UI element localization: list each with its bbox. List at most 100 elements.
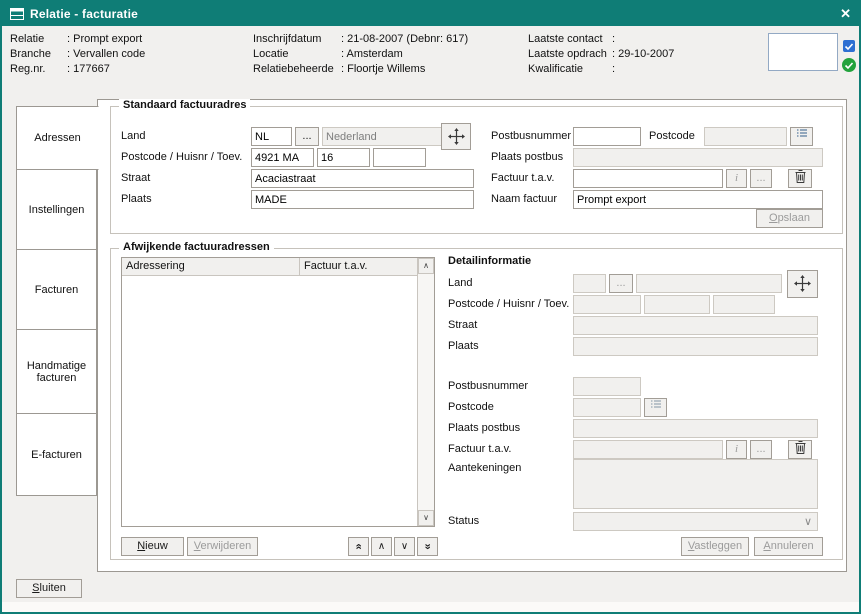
column-header-adressering[interactable]: Adressering <box>122 258 300 275</box>
tab-adressen[interactable]: Adressen <box>16 106 99 170</box>
naam-factuur-label: Naam factuur <box>491 193 557 205</box>
chevron-down-icon: ∨ <box>804 515 812 528</box>
delete-tav-button[interactable] <box>788 169 812 188</box>
list-icon <box>650 399 662 409</box>
header-label: Laatste opdrach <box>528 47 612 62</box>
move-bottom-button[interactable]: » <box>417 537 438 556</box>
tab-label: Adressen <box>34 132 80 144</box>
factuur-tav-label: Factuur t.a.v. <box>491 172 554 184</box>
address-list-body[interactable] <box>122 276 417 526</box>
move-up-button[interactable]: ∧ <box>371 537 392 556</box>
header-col-relatie: Relatie : Prompt export Branche : Verval… <box>10 32 145 77</box>
detail-land-label: Land <box>448 277 472 289</box>
table-scrollbar[interactable]: ∧ ∨ <box>417 258 434 526</box>
tab-label: E-facturen <box>31 449 82 461</box>
detail-delete-tav-button[interactable] <box>788 440 812 459</box>
detail-status-label: Status <box>448 515 479 527</box>
tab-instellingen[interactable]: Instellingen <box>16 169 97 250</box>
detail-postbusnummer-label: Postbusnummer <box>448 380 528 392</box>
address-list-main: Adressering Factuur t.a.v. <box>122 258 417 526</box>
pan-button[interactable] <box>441 123 471 150</box>
list-icon <box>796 128 808 138</box>
detail-plaats-field <box>573 337 818 356</box>
tab-label: Instellingen <box>29 204 85 216</box>
header-col-inschrijf: Inschrijfdatum : 21-08-2007 (Debnr: 617)… <box>253 32 468 77</box>
detailinformatie-title: Detailinformatie <box>448 255 531 267</box>
detail-plaats-label: Plaats <box>448 340 479 352</box>
double-chevron-down-icon: » <box>419 543 436 549</box>
detail-land-name-field <box>636 274 782 293</box>
detail-toevoeging-field <box>713 295 775 314</box>
header-value: : Amsterdam <box>341 47 403 62</box>
scroll-down-button[interactable]: ∨ <box>418 510 434 526</box>
trash-icon <box>795 170 806 183</box>
detail-status-select: ∨ <box>573 512 818 531</box>
address-list[interactable]: Adressering Factuur t.a.v. ∧ ∨ <box>121 257 435 527</box>
header-value: : Vervallen code <box>67 47 145 62</box>
naam-factuur-input[interactable] <box>573 190 823 209</box>
relatie-facturatie-dialog: Relatie - facturatie ✕ Relatie : Prompt … <box>0 0 861 614</box>
detail-huisnr-field <box>644 295 710 314</box>
header-value: : 29-10-2007 <box>612 47 674 62</box>
detail-browse-button: ... <box>750 440 772 459</box>
pan-icon <box>794 275 811 292</box>
tab-facturen[interactable]: Facturen <box>16 249 97 330</box>
header-value: : Floortje Willems <box>341 62 425 77</box>
huisnr-input[interactable] <box>317 148 370 167</box>
detail-aantekeningen-field <box>573 459 818 509</box>
header-label: Reg.nr. <box>10 62 67 77</box>
header-label: Locatie <box>253 47 341 62</box>
detail-postcode2-field <box>573 398 641 417</box>
detail-pan-button[interactable] <box>787 270 818 298</box>
detail-aantekeningen-label: Aantekeningen <box>448 462 521 474</box>
scroll-up-button[interactable]: ∧ <box>418 258 434 274</box>
header-label: Relatiebeheerde <box>253 62 341 77</box>
postcode-input[interactable] <box>251 148 314 167</box>
postcode2-field <box>704 127 787 146</box>
toevoeging-input[interactable] <box>373 148 426 167</box>
photo-placeholder <box>768 33 838 71</box>
header-row: Inschrijfdatum : 21-08-2007 (Debnr: 617) <box>253 32 468 47</box>
afwijkende-factuuradressen-group: Afwijkende factuuradressen Adressering F… <box>110 248 843 560</box>
close-button[interactable]: ✕ <box>840 2 851 26</box>
land-browse-button[interactable]: ... <box>295 127 319 146</box>
move-down-button[interactable]: ∨ <box>394 537 415 556</box>
plaats-postbus-field <box>573 148 823 167</box>
sluiten-button[interactable]: Sluiten <box>16 579 82 598</box>
header-label: Relatie <box>10 32 67 47</box>
header-value: : <box>612 32 615 47</box>
header-label: Laatste contact <box>528 32 612 47</box>
header-label: Inschrijfdatum <box>253 32 341 47</box>
column-header-factuur-tav[interactable]: Factuur t.a.v. <box>300 258 417 275</box>
postcode-huisnr-label: Postcode / Huisnr / Toev. <box>121 151 242 163</box>
detail-land-browse-button: ... <box>609 274 633 293</box>
standaard-factuuradres-group: Standaard factuuradres Land ... Postcode… <box>110 106 843 234</box>
tab-e-facturen[interactable]: E-facturen <box>16 413 97 496</box>
detail-straat-label: Straat <box>448 319 477 331</box>
move-top-button[interactable]: « <box>348 537 369 556</box>
postbusnummer-input[interactable] <box>573 127 641 146</box>
detail-postcode2-label: Postcode <box>448 401 494 413</box>
nieuw-button[interactable]: Nieuw <box>121 537 184 556</box>
header-row: Laatste opdrach : 29-10-2007 <box>528 47 674 62</box>
plaats-input[interactable] <box>251 190 474 209</box>
land-name-field <box>322 127 445 146</box>
factuur-tav-browse-button: ... <box>750 169 772 188</box>
tab-handmatige-facturen[interactable]: Handmatige facturen <box>16 329 97 414</box>
header-col-laatste: Laatste contact : Laatste opdrach : 29-1… <box>528 32 674 77</box>
address-list-header: Adressering Factuur t.a.v. <box>122 258 417 276</box>
window-icon <box>10 8 24 20</box>
info-button: i <box>726 169 747 188</box>
land-code-input[interactable] <box>251 127 292 146</box>
straat-input[interactable] <box>251 169 474 188</box>
header-row: Kwalificatie : <box>528 62 674 77</box>
header-value: : Prompt export <box>67 32 142 47</box>
titlebar[interactable]: Relatie - facturatie ✕ <box>2 2 859 26</box>
blue-checkbox-icon[interactable] <box>843 40 855 52</box>
header-row: Relatiebeheerde : Floortje Willems <box>253 62 468 77</box>
header-row: Relatie : Prompt export <box>10 32 145 47</box>
postcode-lookup-button[interactable] <box>790 127 813 146</box>
factuur-tav-input[interactable] <box>573 169 723 188</box>
detail-plaats-postbus-label: Plaats postbus <box>448 422 520 434</box>
header-value: : 21-08-2007 (Debnr: 617) <box>341 32 468 47</box>
